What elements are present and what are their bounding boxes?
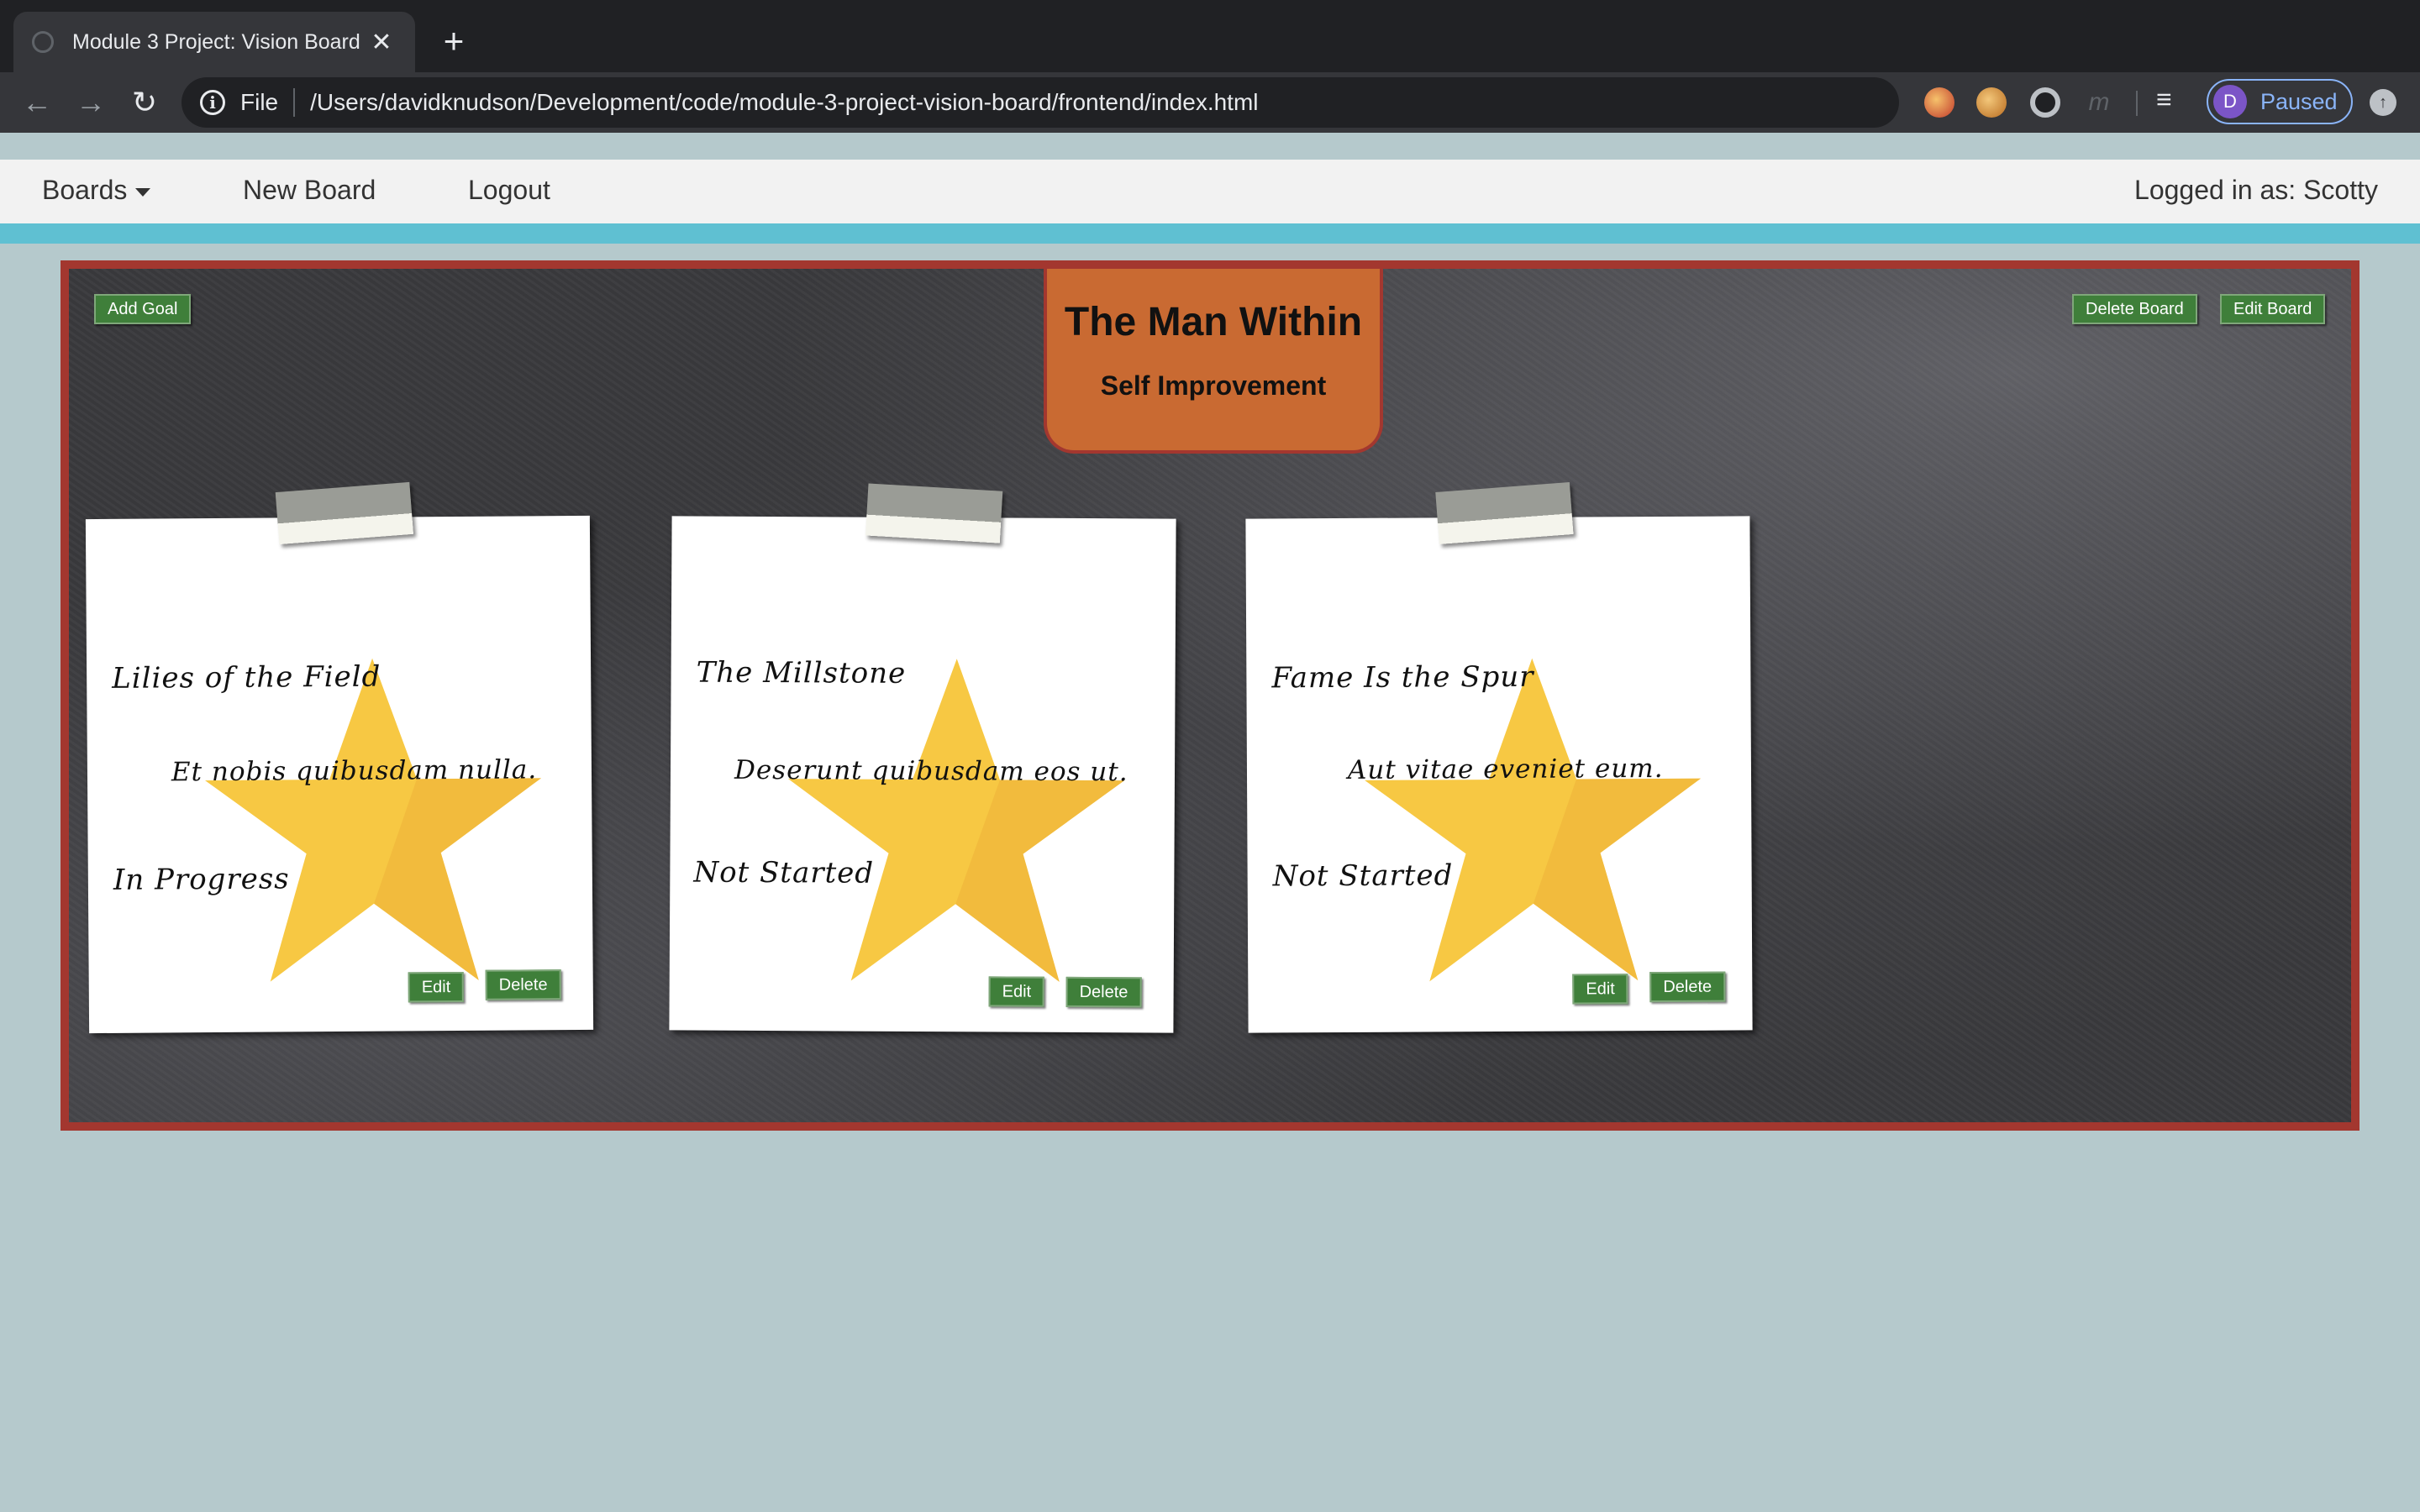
browser-tab-strip: Module 3 Project: Vision Board ✕ + [0,0,2420,72]
extension-icon[interactable] [1924,87,1954,118]
logout-link[interactable]: Logout [468,175,550,206]
goal-status: Not Started [1272,858,1454,894]
accent-bar [0,223,2420,244]
tape [1435,482,1574,544]
profile-status: Paused [2260,88,2338,114]
delete-board-button[interactable]: Delete Board [2072,294,2197,324]
edit-goal-button[interactable]: Edit [408,971,465,1003]
url-text[interactable]: /Users/davidknudson/Development/code/mod… [310,89,1899,116]
boards-label: Boards [42,175,128,205]
browser-toolbar: ← → ↻ i File /Users/davidknudson/Develop… [0,72,2420,244]
logged-in-user: Logged in as: Scotty [2134,175,2378,205]
back-arrow-icon[interactable]: ← [15,81,59,124]
reload-icon[interactable]: ↻ [123,81,166,124]
edit-goal-button[interactable]: Edit [1572,974,1628,1005]
forward-arrow-icon[interactable]: → [69,81,113,124]
board-title-tab: The Man Within Self Improvement [1044,269,1383,454]
tape [865,483,1003,543]
gold-star-icon [787,659,1124,982]
gold-star-icon [1365,658,1702,982]
app-navbar: Boards New Board Logout Logged in as: Sc… [0,160,2420,223]
goal-description: Et nobis quibusdam nulla. [171,754,538,788]
tab-title: Module 3 Project: Vision Board [72,29,360,54]
address-bar[interactable]: i File /Users/davidknudson/Development/c… [182,77,1899,244]
gold-star-icon [205,658,542,982]
goal-title: The Millstone [696,655,907,690]
plus-icon[interactable]: + [437,20,471,62]
cookie-extension-icon[interactable] [1976,87,2007,118]
edit-board-button[interactable]: Edit Board [2220,294,2326,324]
caret-down-icon [135,187,151,197]
edit-goal-button[interactable]: Edit [988,976,1045,1007]
board-category: Self Improvement [1100,370,1327,401]
new-board-link[interactable]: New Board [243,175,376,206]
goal-status: Not Started [693,855,875,890]
goal-description: Deserunt quibusdam eos ut. [734,754,1128,788]
board-title: The Man Within [1064,300,1363,344]
browser-tab[interactable]: Module 3 Project: Vision Board ✕ [13,12,415,72]
add-goal-button[interactable]: Add Goal [94,294,192,324]
goal-description: Aut vitae eveniet eum. [1347,753,1664,785]
goal-card: The Millstone Deserunt quibusdam eos ut.… [669,483,1176,1033]
delete-goal-button[interactable]: Delete [485,969,561,1000]
ring-extension-icon[interactable] [2030,87,2060,118]
page-top-spacer [0,133,2420,160]
profile-button[interactable]: D Paused [2207,79,2353,124]
goal-card: Lilies of the Field Et nobis quibusdam n… [85,481,594,1034]
goal-title: Fame Is the Spur [1271,659,1534,696]
media-queue-icon[interactable]: ≡ [2156,84,2172,115]
avatar: D [2213,85,2247,118]
url-scheme: File [240,89,279,115]
goal-title: Lilies of the Field [112,659,381,696]
tape [275,481,413,544]
delete-goal-button[interactable]: Delete [1065,976,1142,1008]
globe-icon [32,31,54,53]
update-icon[interactable]: ↑ [2370,89,2396,116]
delete-goal-button[interactable]: Delete [1649,971,1726,1003]
goal-card: Fame Is the Spur Aut vitae eveniet eum. … [1245,482,1753,1033]
m-extension-icon[interactable]: m [2084,87,2114,118]
info-icon[interactable]: i [200,90,225,115]
vision-board: Add Goal Delete Board Edit Board The Man… [60,260,2360,1131]
address-separator [293,88,296,117]
close-icon[interactable]: ✕ [366,28,397,57]
toolbar-divider [2136,91,2138,116]
goal-status: In Progress [113,862,290,897]
boards-dropdown[interactable]: Boards [42,175,151,206]
